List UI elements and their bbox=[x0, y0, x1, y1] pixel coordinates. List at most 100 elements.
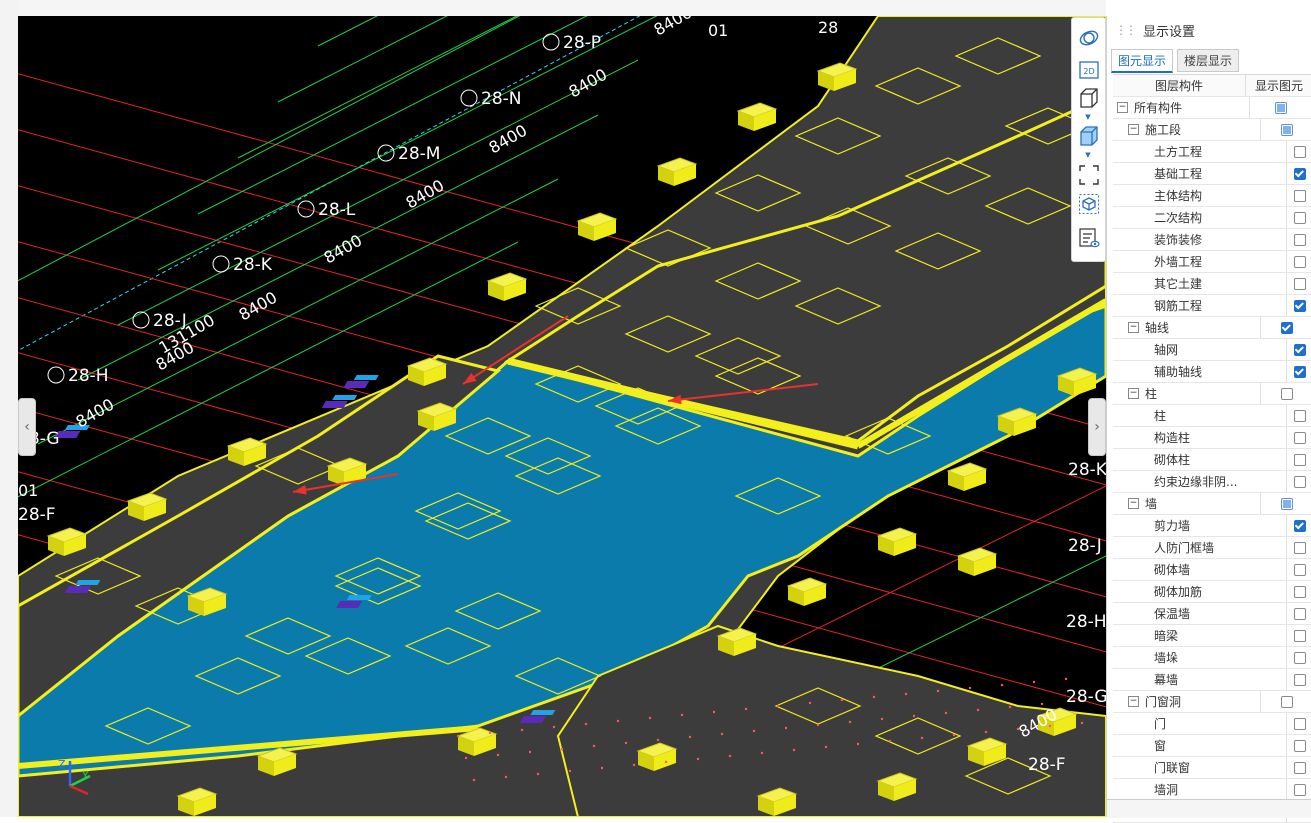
list-item[interactable]: 轴网 bbox=[1113, 339, 1311, 361]
layer-label: 人防门框墙 bbox=[1154, 541, 1215, 555]
list-item[interactable]: 暗梁 bbox=[1113, 625, 1311, 647]
list-item[interactable]: 装饰装修 bbox=[1113, 229, 1311, 251]
show-element-checkbox[interactable] bbox=[1280, 321, 1293, 334]
layer-label: 暗梁 bbox=[1154, 629, 1179, 643]
rebar-dot bbox=[912, 714, 916, 718]
layer-name-cell: 砌体墙 bbox=[1113, 559, 1287, 580]
rebar-dot bbox=[1032, 680, 1036, 684]
select-region-button[interactable] bbox=[1075, 163, 1102, 187]
tab-floor-display[interactable]: 楼层显示 bbox=[1177, 49, 1240, 72]
list-item[interactable]: 门 bbox=[1113, 713, 1311, 735]
collapse-toggle-icon[interactable]: − bbox=[1117, 102, 1128, 113]
layer-label: 构造柱 bbox=[1154, 431, 1191, 445]
layer-label: 装饰装修 bbox=[1154, 233, 1203, 247]
view-2d-button[interactable]: 2D bbox=[1075, 58, 1102, 82]
list-item[interactable]: 钢筋工程 bbox=[1113, 295, 1311, 317]
display-settings-panel: ⋮⋮ 显示设置 图元显示 楼层显示 图层构件 显示图元 − 所有构件 − 施工段 土方工… bbox=[1106, 16, 1311, 823]
layer-name-cell: 二次结构 bbox=[1113, 207, 1287, 228]
rebar-dot bbox=[552, 725, 556, 729]
panel-footer-bar bbox=[1107, 799, 1311, 818]
component-box-button[interactable] bbox=[1075, 192, 1102, 216]
list-item[interactable]: 二次结构 bbox=[1113, 207, 1311, 229]
list-item[interactable]: 墙洞 bbox=[1113, 779, 1311, 801]
show-element-checkbox[interactable] bbox=[1280, 695, 1293, 708]
list-item[interactable]: 外墙工程 bbox=[1113, 251, 1311, 273]
column-header-layer: 图层构件 bbox=[1113, 75, 1246, 96]
list-item[interactable]: − 施工段 bbox=[1113, 119, 1311, 141]
list-item[interactable]: 人防门框墙 bbox=[1113, 537, 1311, 559]
collapse-toggle-icon[interactable]: − bbox=[1128, 388, 1139, 399]
axis-label: 28-K bbox=[1068, 460, 1106, 480]
rebar-dot bbox=[952, 733, 956, 737]
show-element-checkbox[interactable] bbox=[1280, 497, 1293, 510]
list-item[interactable]: 砌体加筋 bbox=[1113, 581, 1311, 603]
list-item[interactable]: 窗 bbox=[1113, 735, 1311, 757]
rebar-dot bbox=[456, 734, 460, 738]
orbit-view-button[interactable] bbox=[1075, 26, 1102, 50]
rebar-dot bbox=[984, 730, 988, 734]
rebar-dot bbox=[680, 713, 684, 717]
layer-name-cell: 基础工程 bbox=[1113, 163, 1287, 184]
dimension-label: 8400 bbox=[651, 16, 696, 39]
dimension-label: 8400 bbox=[236, 288, 281, 325]
list-item[interactable]: 基础工程 bbox=[1113, 163, 1311, 185]
list-item[interactable]: 剪力墙 bbox=[1113, 515, 1311, 537]
list-item[interactable]: − 墙 bbox=[1113, 493, 1311, 515]
display-settings-button[interactable] bbox=[1075, 226, 1102, 250]
tab-element-display[interactable]: 图元显示 bbox=[1111, 49, 1174, 73]
view-3d-box-button[interactable] bbox=[1075, 86, 1102, 110]
view-3d-solid-button[interactable] bbox=[1075, 124, 1102, 148]
left-panel-collapse-button[interactable]: ‹ bbox=[18, 398, 36, 456]
z-axis-label: Z bbox=[58, 758, 66, 771]
drag-grip-icon[interactable]: ⋮⋮ bbox=[1115, 23, 1137, 37]
axis-label: 28-J bbox=[1068, 536, 1102, 556]
list-item[interactable]: 主体结构 bbox=[1113, 185, 1311, 207]
collapse-toggle-icon[interactable]: − bbox=[1128, 322, 1139, 333]
list-item[interactable]: 土方工程 bbox=[1113, 141, 1311, 163]
list-item[interactable]: 砌体柱 bbox=[1113, 449, 1311, 471]
list-item[interactable]: 幕墙 bbox=[1113, 669, 1311, 691]
layer-name-cell: 保温墙 bbox=[1113, 603, 1287, 624]
list-item[interactable]: − 门窗洞 bbox=[1113, 691, 1311, 713]
collapse-toggle-icon[interactable]: − bbox=[1128, 498, 1139, 509]
cad-scene[interactable]: 28-P 28-N 28-M 28-L 28-K 28-J 28-H 28-G 28-F 28-K… bbox=[18, 16, 1106, 817]
rebar-dot bbox=[728, 754, 732, 758]
layer-label: 钢筋工程 bbox=[1154, 299, 1203, 313]
list-item[interactable]: 其它土建 bbox=[1113, 273, 1311, 295]
list-item[interactable]: 辅助轴线 bbox=[1113, 361, 1311, 383]
3d-model-viewport[interactable]: 28-P 28-N 28-M 28-L 28-K 28-J 28-H 28-G 28-F 28-K… bbox=[18, 16, 1106, 817]
list-item[interactable]: 墙垛 bbox=[1113, 647, 1311, 669]
panel-header[interactable]: ⋮⋮ 显示设置 bbox=[1107, 16, 1311, 44]
layer-label: 约束边缘非阴... bbox=[1154, 475, 1238, 489]
collapse-toggle-icon[interactable]: − bbox=[1128, 696, 1139, 707]
list-item[interactable]: 保温墙 bbox=[1113, 603, 1311, 625]
rebar-dot bbox=[592, 744, 596, 748]
layer-name-cell: 柱 bbox=[1113, 405, 1287, 426]
layer-label: 柱 bbox=[1145, 387, 1158, 401]
collapse-toggle-icon[interactable]: − bbox=[1128, 124, 1139, 135]
show-element-checkbox[interactable] bbox=[1275, 101, 1287, 114]
view-3d-dropdown-icon[interactable]: ▼ bbox=[1084, 114, 1092, 121]
list-item[interactable]: − 所有构件 bbox=[1113, 97, 1311, 119]
axis-label: 28-F bbox=[18, 505, 56, 525]
list-item[interactable]: 门联窗 bbox=[1113, 757, 1311, 779]
view-solid-dropdown-icon[interactable]: ▼ bbox=[1084, 152, 1092, 159]
list-item[interactable]: 柱 bbox=[1113, 405, 1311, 427]
list-item[interactable]: − 轴线 bbox=[1113, 317, 1311, 339]
layer-name-cell: 砌体加筋 bbox=[1113, 581, 1287, 602]
axis-bubble bbox=[47, 366, 65, 384]
list-item[interactable]: 约束边缘非阴... bbox=[1113, 471, 1311, 493]
list-item[interactable]: − 柱 bbox=[1113, 383, 1311, 405]
show-element-checkbox[interactable] bbox=[1280, 387, 1293, 400]
list-item[interactable]: 构造柱 bbox=[1113, 427, 1311, 449]
show-element-checkbox[interactable] bbox=[1280, 123, 1293, 136]
layer-label: 砌体墙 bbox=[1154, 563, 1191, 577]
layer-name-cell: − 所有构件 bbox=[1113, 97, 1250, 118]
right-panel-collapse-button[interactable]: › bbox=[1088, 398, 1106, 456]
rebar-dot bbox=[472, 778, 476, 782]
panel-title: 显示设置 bbox=[1143, 24, 1196, 40]
list-item[interactable]: 砌体墙 bbox=[1113, 559, 1311, 581]
layer-name-cell: 暗梁 bbox=[1113, 625, 1287, 646]
layer-label: 剪力墙 bbox=[1154, 519, 1191, 533]
panel-scrollbar[interactable] bbox=[1304, 74, 1310, 804]
